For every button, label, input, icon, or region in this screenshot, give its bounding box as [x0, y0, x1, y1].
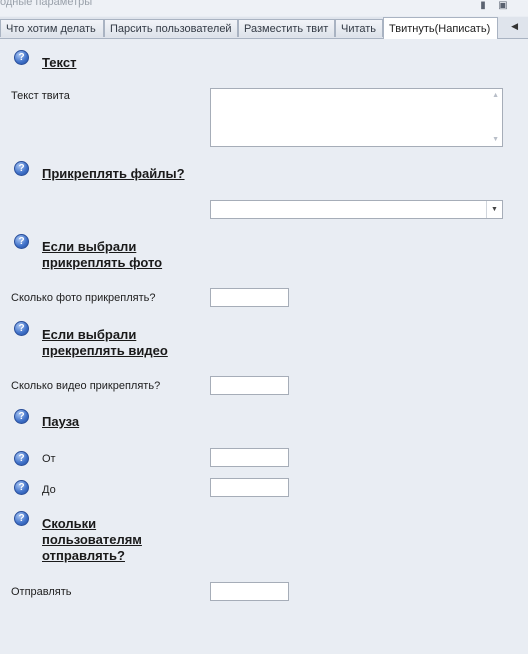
form-content: ? Текст Текст твита ▲ ▼ ? Прикреплять фа… — [0, 39, 528, 654]
video-count-label: Сколько видео прикреплять? — [11, 380, 161, 392]
scroll-up-icon[interactable]: ▲ — [492, 92, 499, 99]
section-title-photo-line1: Если выбрали — [42, 239, 137, 254]
help-icon[interactable]: ? — [14, 321, 29, 336]
section-title-users-line2: пользователям — [42, 532, 142, 547]
send-input[interactable] — [210, 582, 289, 601]
tab-scroll-left-icon[interactable]: ◀ — [511, 21, 518, 32]
help-icon[interactable]: ? — [14, 161, 29, 176]
section-title-users-line1: Скольки — [42, 516, 97, 531]
title-bar: одные параметры ▮ ▣ — [0, 0, 528, 16]
section-title-video-line1: Если выбрали — [42, 327, 137, 342]
tab-strip: Что хотим делать Парсить пользователей Р… — [0, 17, 528, 39]
section-title-attach: Прикреплять файлы? — [42, 166, 185, 181]
tab-parse-users[interactable]: Парсить пользователей — [104, 19, 238, 37]
photo-count-label: Сколько фото прикреплять? — [11, 292, 156, 304]
pin-icon[interactable]: ▮ — [476, 0, 490, 12]
scroll-down-icon[interactable]: ▼ — [492, 136, 499, 143]
section-title-photo: Если выбрали прикреплять фото — [42, 239, 162, 271]
help-icon[interactable]: ? — [14, 511, 29, 526]
video-count-input[interactable] — [210, 376, 289, 395]
section-title-users: Скольки пользователям отправлять? — [42, 516, 142, 564]
attach-files-select[interactable]: ▼ — [210, 200, 503, 219]
photo-count-input[interactable] — [210, 288, 289, 307]
section-title-users-line3: отправлять? — [42, 548, 125, 563]
close-icon[interactable]: ▣ — [496, 0, 510, 12]
help-icon[interactable]: ? — [14, 451, 29, 466]
tab-tweet-write[interactable]: Твитнуть(Написать) — [383, 17, 498, 39]
pause-to-input[interactable] — [210, 478, 289, 497]
pause-from-input[interactable] — [210, 448, 289, 467]
tab-read[interactable]: Читать — [335, 19, 383, 37]
help-icon[interactable]: ? — [14, 480, 29, 495]
tab-what-to-do[interactable]: Что хотим делать — [0, 19, 104, 37]
chevron-down-icon[interactable]: ▼ — [486, 201, 502, 218]
section-title-video: Если выбрали прекреплять видео — [42, 327, 168, 359]
section-title-photo-line2: прикреплять фото — [42, 255, 163, 270]
window-title: одные параметры — [0, 0, 93, 8]
section-title-text: Текст — [42, 55, 77, 70]
pause-from-label: От — [42, 453, 56, 465]
tweet-text-input[interactable]: ▲ ▼ — [210, 88, 503, 147]
help-icon[interactable]: ? — [14, 409, 29, 424]
section-title-video-line2: прекреплять видео — [42, 343, 168, 358]
tab-post-tweet[interactable]: Разместить твит — [238, 19, 335, 37]
help-icon[interactable]: ? — [14, 50, 29, 65]
tweet-text-label: Текст твита — [11, 90, 70, 102]
pause-to-label: До — [42, 484, 56, 496]
help-icon[interactable]: ? — [14, 234, 29, 249]
send-label: Отправлять — [11, 586, 72, 598]
section-title-pause: Пауза — [42, 414, 80, 429]
